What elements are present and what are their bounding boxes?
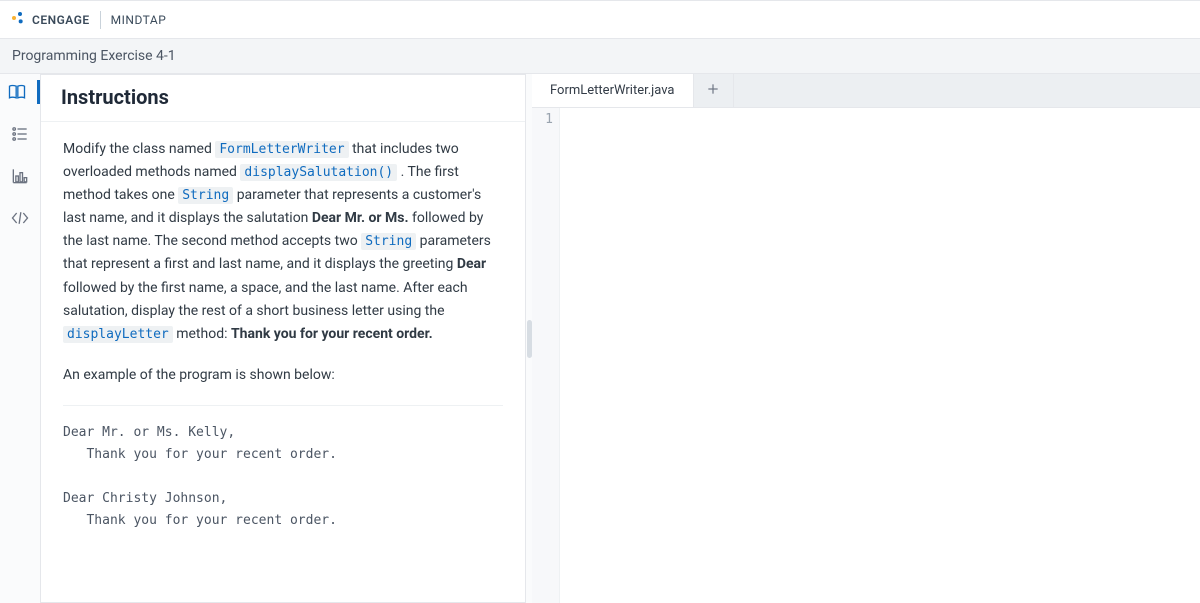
example-intro: An example of the program is shown below… — [63, 364, 503, 387]
side-rail — [0, 74, 40, 603]
bold-dear: Dear — [457, 256, 486, 272]
main-area: Instructions Modify the class named Form… — [0, 74, 1200, 603]
cengage-logo-icon — [10, 10, 26, 30]
code-string-type-2: String — [361, 233, 416, 250]
panel-resize-strip — [526, 74, 532, 603]
instructions-body: Modify the class named FormLetterWriter … — [41, 122, 525, 602]
bold-salutation: Dear Mr. or Ms. — [312, 210, 409, 226]
text-segment: method: — [176, 326, 231, 342]
code-class-name: FormLetterWriter — [215, 141, 348, 158]
editor-body[interactable]: 1 — [532, 108, 1200, 603]
brand-divider — [100, 11, 101, 29]
instructions-paragraph: Modify the class named FormLetterWriter … — [63, 138, 503, 346]
editor-tab-file[interactable]: FormLetterWriter.java — [532, 74, 694, 107]
editor-panel: FormLetterWriter.java 1 — [532, 74, 1200, 603]
code-area[interactable] — [560, 108, 1200, 603]
brand-logo: CENGAGE — [10, 10, 90, 30]
code-icon[interactable] — [8, 206, 32, 230]
brand-cengage-text: CENGAGE — [32, 13, 90, 27]
text-segment: followed by the first name, a space, and… — [63, 280, 468, 319]
brand-bar: CENGAGE MINDTAP — [0, 1, 1200, 39]
code-string-type: String — [178, 187, 233, 204]
exercise-title-bar: Programming Exercise 4-1 — [0, 39, 1200, 74]
book-icon[interactable] — [0, 80, 40, 104]
example-output: Dear Mr. or Ms. Kelly, Thank you for you… — [63, 405, 503, 532]
brand-mindtap-text: MINDTAP — [111, 13, 167, 27]
exercise-title: Programming Exercise 4-1 — [12, 48, 176, 64]
code-method-letter: displayLetter — [63, 326, 173, 343]
instructions-panel: Instructions Modify the class named Form… — [40, 74, 526, 603]
chart-icon[interactable] — [8, 164, 32, 188]
panel-resize-handle[interactable] — [527, 320, 532, 358]
instructions-heading: Instructions — [41, 75, 525, 122]
code-method-salutation: displaySalutation() — [240, 164, 397, 181]
editor-tabs: FormLetterWriter.java — [532, 74, 1200, 108]
line-number: 1 — [532, 112, 553, 127]
plus-icon — [706, 82, 720, 100]
editor-add-tab[interactable] — [694, 74, 734, 107]
text-segment: Modify the class named — [63, 141, 215, 157]
bold-thanks: Thank you for your recent order. — [231, 326, 433, 342]
editor-gutter: 1 — [532, 108, 560, 603]
editor-tab-label: FormLetterWriter.java — [550, 83, 675, 98]
steps-icon[interactable] — [8, 122, 32, 146]
